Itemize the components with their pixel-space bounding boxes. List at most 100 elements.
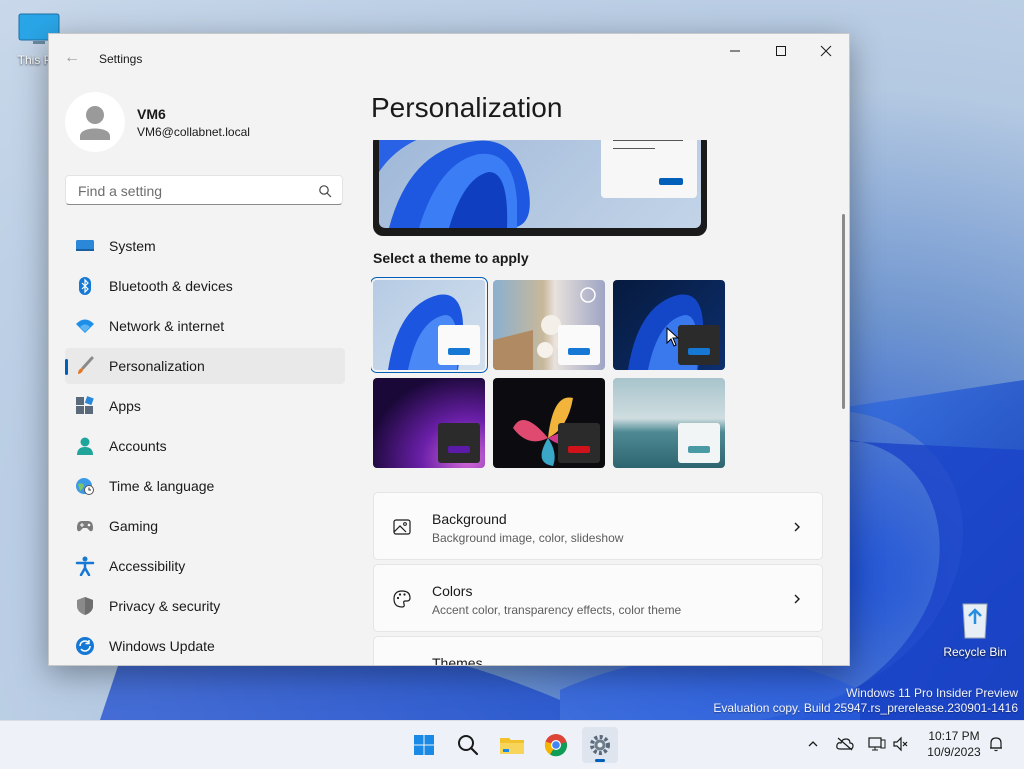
window-title: Settings	[99, 52, 143, 66]
chrome-icon	[544, 734, 568, 757]
sidebar-item-label: Apps	[109, 398, 141, 414]
file-explorer-icon	[500, 738, 524, 754]
sidebar-item-label: Bluetooth & devices	[109, 278, 233, 294]
recycle-bin-icon	[962, 603, 988, 639]
recycle-bin-label: Recycle Bin	[943, 645, 1007, 659]
sidebar-item-apps[interactable]: Apps	[65, 388, 345, 424]
taskbar-clock[interactable]: 10:17 PM 10/9/2023	[920, 728, 988, 760]
themes-brush-icon	[392, 661, 412, 665]
sidebar-item-label: Privacy & security	[109, 598, 221, 614]
colors-settings-card[interactable]: Colors Accent color, transparency effect…	[373, 564, 823, 632]
maximize-button[interactable]	[758, 36, 804, 68]
content-scrollbar[interactable]	[842, 214, 845, 409]
card-title: Background	[432, 511, 507, 527]
search-box[interactable]	[65, 175, 343, 205]
theme-section-label: Select a theme to apply	[373, 250, 529, 266]
theme-preview-wallpaper	[379, 140, 701, 228]
sidebar-item-label: System	[109, 238, 156, 254]
profile-name: VM6	[137, 106, 166, 122]
sidebar-item-accounts[interactable]: Accounts	[65, 428, 345, 464]
chevron-right-icon	[794, 594, 800, 604]
user-avatar-icon	[80, 106, 110, 140]
chrome-button[interactable]	[538, 727, 574, 763]
sidebar-item-label: Accessibility	[109, 558, 186, 574]
taskbar: 10:17 PM 10/9/2023	[0, 720, 1024, 769]
theme-accent-sample	[558, 423, 600, 463]
settings-icon	[590, 735, 610, 755]
theme-accent-sample	[558, 325, 600, 365]
accessibility-icon	[75, 556, 95, 576]
sidebar-item-time-language[interactable]: Time & language	[65, 468, 345, 504]
clock-date: 10/9/2023	[927, 745, 981, 759]
globe-clock-icon	[76, 478, 94, 495]
theme-accent-sample	[678, 325, 720, 365]
theme-tile-captured-motion[interactable]	[493, 378, 605, 468]
sidebar-item-privacy[interactable]: Privacy & security	[65, 588, 345, 624]
wifi-icon	[76, 319, 94, 333]
theme-tile-flow[interactable]	[613, 378, 725, 468]
profile-email: VM6@collabnet.local	[137, 125, 250, 139]
sidebar-item-network[interactable]: Network & internet	[65, 308, 345, 344]
card-title: Themes	[432, 655, 483, 665]
card-title: Colors	[432, 583, 473, 599]
theme-tile-windows-light[interactable]	[373, 280, 485, 370]
bluetooth-icon	[79, 277, 91, 295]
shield-icon	[77, 597, 93, 615]
sidebar-item-windows-update[interactable]: Windows Update	[65, 628, 345, 664]
minimize-icon	[730, 50, 740, 52]
onedrive-tray-button[interactable]	[836, 735, 854, 753]
background-image-icon	[393, 519, 411, 535]
settings-taskbar-button[interactable]	[582, 727, 618, 763]
theme-accent-sample	[438, 423, 480, 463]
sidebar-item-bluetooth[interactable]: Bluetooth & devices	[65, 268, 345, 304]
sidebar-nav: System Bluetooth & devices Network & int…	[65, 228, 345, 665]
back-arrow-icon[interactable]: ←	[61, 48, 83, 68]
maximize-icon	[776, 46, 786, 56]
volume-tray-button[interactable]	[892, 735, 910, 753]
active-app-indicator	[595, 759, 605, 762]
sidebar-item-label: Windows Update	[109, 638, 215, 654]
settings-window: ← Settings VM6 VM6@collabnet.local Syste…	[48, 33, 850, 666]
theme-accent-sample	[678, 423, 720, 463]
background-settings-card[interactable]: Background Background image, color, slid…	[373, 492, 823, 560]
card-subtitle: Background image, color, slideshow	[432, 531, 624, 545]
search-icon	[319, 185, 332, 198]
theme-tile-windows-dark[interactable]	[613, 280, 725, 370]
sidebar-item-label: Time & language	[109, 478, 215, 494]
theme-preview	[373, 140, 707, 236]
sidebar-item-gaming[interactable]: Gaming	[65, 508, 345, 544]
volume-muted-icon	[893, 736, 908, 752]
paintbrush-icon	[78, 356, 94, 374]
update-icon	[76, 637, 94, 655]
apps-icon	[76, 396, 94, 414]
taskbar-search-button[interactable]	[450, 727, 486, 763]
avatar[interactable]	[65, 92, 125, 152]
theme-tile-windows-spotlight[interactable]	[493, 280, 605, 370]
close-button[interactable]	[803, 36, 849, 68]
accounts-icon	[77, 437, 93, 455]
start-button[interactable]	[406, 727, 442, 763]
main-content: Select a theme to apply Background Backg…	[371, 140, 849, 665]
sidebar-item-personalization[interactable]: Personalization	[65, 348, 345, 384]
search-input[interactable]	[76, 181, 310, 201]
page-title: Personalization	[371, 92, 563, 123]
notifications-button[interactable]	[987, 735, 1005, 753]
theme-accent-sample	[438, 325, 480, 365]
minimize-button[interactable]	[712, 36, 758, 68]
gamepad-icon	[77, 521, 93, 532]
network-tray-button[interactable]	[868, 735, 886, 753]
system-icon	[76, 240, 94, 251]
themes-settings-card[interactable]: Themes	[373, 636, 823, 665]
file-explorer-button[interactable]	[494, 727, 530, 763]
bell-icon	[990, 737, 1002, 752]
sidebar-item-label: Network & internet	[109, 318, 225, 334]
theme-tile-glow[interactable]	[373, 378, 485, 468]
start-icon	[414, 735, 434, 755]
show-hidden-icons-button[interactable]	[804, 735, 822, 753]
sidebar-item-label: Personalization	[109, 358, 205, 374]
recycle-bin-desktop-icon[interactable]: Recycle Bin	[940, 598, 1010, 659]
title-bar[interactable]: ← Settings	[49, 34, 849, 82]
sidebar-item-system[interactable]: System	[65, 228, 345, 264]
sidebar-item-accessibility[interactable]: Accessibility	[65, 548, 345, 584]
card-subtitle: Accent color, transparency effects, colo…	[432, 603, 682, 617]
